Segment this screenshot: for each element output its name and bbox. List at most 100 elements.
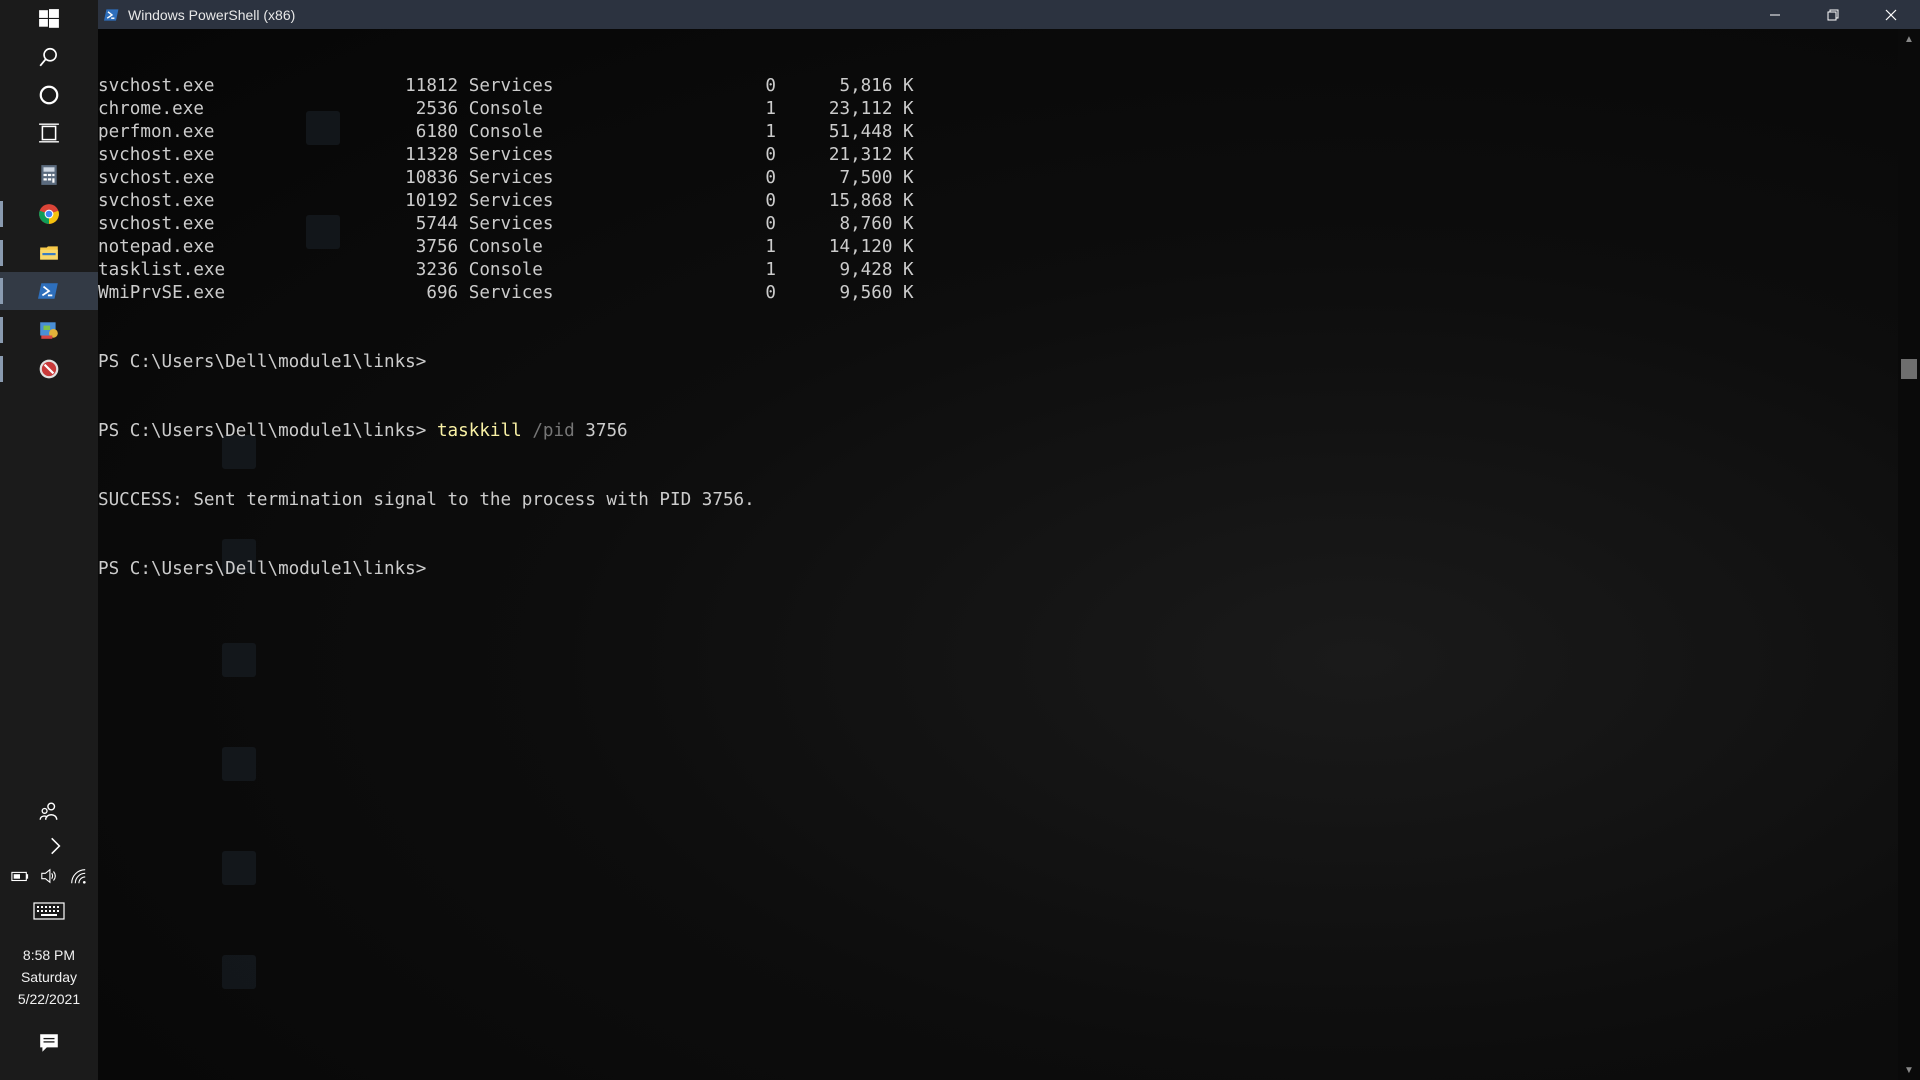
process-memory: 8,760 K [775,214,914,234]
people-icon [39,802,58,820]
close-button[interactable] [1862,0,1920,29]
process-session: Services [458,168,766,188]
running-indicator [0,278,3,304]
process-memory: 23,112 K [775,99,914,119]
process-session: Services [458,76,766,96]
command-line: PS C:\Users\Dell\module1\links> taskkill… [98,420,914,443]
process-session: Console [458,260,766,280]
volume-icon[interactable] [40,867,58,885]
process-name: svchost.exe [98,214,363,234]
taskbar-calculator[interactable] [0,156,98,194]
process-session: Services [458,214,766,234]
search-icon [39,47,57,67]
clock-time: 8:58 PM [22,947,76,963]
process-name: svchost.exe [98,191,363,211]
process-session-number: 1 [765,122,776,142]
current-prompt-line[interactable]: PS C:\Users\Dell\module1\links> [98,558,914,581]
battery-icon[interactable] [11,867,29,885]
vertical-scrollbar[interactable]: ▲ ▼ [1898,29,1920,1080]
process-memory: 51,448 K [775,122,914,142]
process-row: perfmon.exe 6180 Console 1 51,448 K [98,121,914,144]
process-pid: 3236 [362,260,459,280]
running-indicator [0,317,3,343]
taskbar-file-explorer[interactable] [0,234,98,272]
start-button[interactable] [0,0,98,38]
process-session-number: 0 [765,145,776,165]
process-name: chrome.exe [98,99,363,119]
console-output[interactable]: svchost.exe 11812 Services 0 5,816 Kchro… [98,29,1898,1080]
process-pid: 696 [362,283,459,303]
process-session-number: 1 [765,237,776,257]
title-bar[interactable]: Windows PowerShell (x86) [98,0,1920,29]
taskbar-app[interactable] [0,350,98,388]
clock-date: 5/22/2021 [17,991,81,1007]
cortana-button[interactable] [0,76,98,114]
process-row: notepad.exe 3756 Console 1 14,120 K [98,236,914,259]
running-indicator [0,201,3,227]
process-list: svchost.exe 11812 Services 0 5,816 Kchro… [98,75,914,305]
scrollbar-thumb[interactable] [1901,359,1917,379]
process-memory: 5,816 K [775,76,914,96]
people-button[interactable] [0,793,98,831]
process-row: svchost.exe 10836 Services 0 7,500 K [98,167,914,190]
process-memory: 7,500 K [775,168,914,188]
process-row: chrome.exe 2536 Console 1 23,112 K [98,98,914,121]
process-pid: 5744 [362,214,459,234]
command-name: taskkill [436,421,522,441]
process-pid: 11328 [362,145,459,165]
minimize-button[interactable] [1746,0,1804,29]
process-name: svchost.exe [98,168,363,188]
process-pid: 11812 [362,76,459,96]
taskbar-control-panel[interactable] [0,311,98,349]
scroll-up-arrow-icon[interactable]: ▲ [1898,29,1920,49]
process-row: svchost.exe 10192 Services 0 15,868 K [98,190,914,213]
app-icon [39,359,59,379]
close-icon [1885,9,1897,20]
process-pid: 3756 [362,237,459,257]
show-hidden-icons-button[interactable] [30,827,80,865]
process-session-number: 1 [765,260,776,280]
process-session-number: 0 [765,168,776,188]
prompt-line: PS C:\Users\Dell\module1\links> [98,351,914,374]
command-argument: 3756 [585,421,628,441]
clock[interactable]: 8:58 PM Saturday 5/22/2021 [0,944,98,1010]
wifi-icon[interactable] [69,867,87,885]
powershell-window[interactable]: Windows PowerShell (x86) svchost.exe 118… [98,0,1920,1080]
action-center-icon [40,1034,58,1052]
taskbar: 8:58 PM Saturday 5/22/2021 [0,0,98,1080]
scroll-down-arrow-icon[interactable]: ▼ [1898,1060,1920,1080]
taskbar-powershell[interactable] [0,272,98,310]
taskbar-chrome[interactable] [0,195,98,233]
action-center-button[interactable] [0,1024,98,1062]
restore-button[interactable] [1804,0,1862,29]
search-button[interactable] [0,38,98,76]
restore-icon [1827,9,1839,20]
process-memory: 15,868 K [775,191,914,211]
process-name: svchost.exe [98,76,363,96]
running-indicator [0,356,3,382]
process-name: tasklist.exe [98,260,363,280]
task-view-icon [39,123,59,143]
process-session: Services [458,191,766,211]
desktop-shortcut-icon [222,851,256,885]
process-session-number: 0 [765,283,776,303]
process-session-number: 1 [765,99,776,119]
process-session: Services [458,283,766,303]
process-name: notepad.exe [98,237,363,257]
process-session: Services [458,145,766,165]
touch-keyboard-button[interactable] [0,892,98,930]
process-row: svchost.exe 5744 Services 0 8,760 K [98,213,914,236]
task-view-button[interactable] [0,114,98,152]
prompt-text: PS C:\Users\Dell\module1\links> [98,421,427,441]
process-name: svchost.exe [98,145,363,165]
process-session-number: 0 [765,214,776,234]
cortana-icon [39,85,59,105]
console-lines: svchost.exe 11812 Services 0 5,816 Kchro… [98,29,914,627]
windows-logo-icon [39,9,59,28]
running-indicator [0,240,3,266]
clock-day: Saturday [20,969,78,985]
chrome-icon [39,204,59,224]
prompt-text: PS C:\Users\Dell\module1\links> [98,352,427,372]
process-session: Console [458,122,766,142]
success-line: SUCCESS: Sent termination signal to the … [98,490,755,510]
